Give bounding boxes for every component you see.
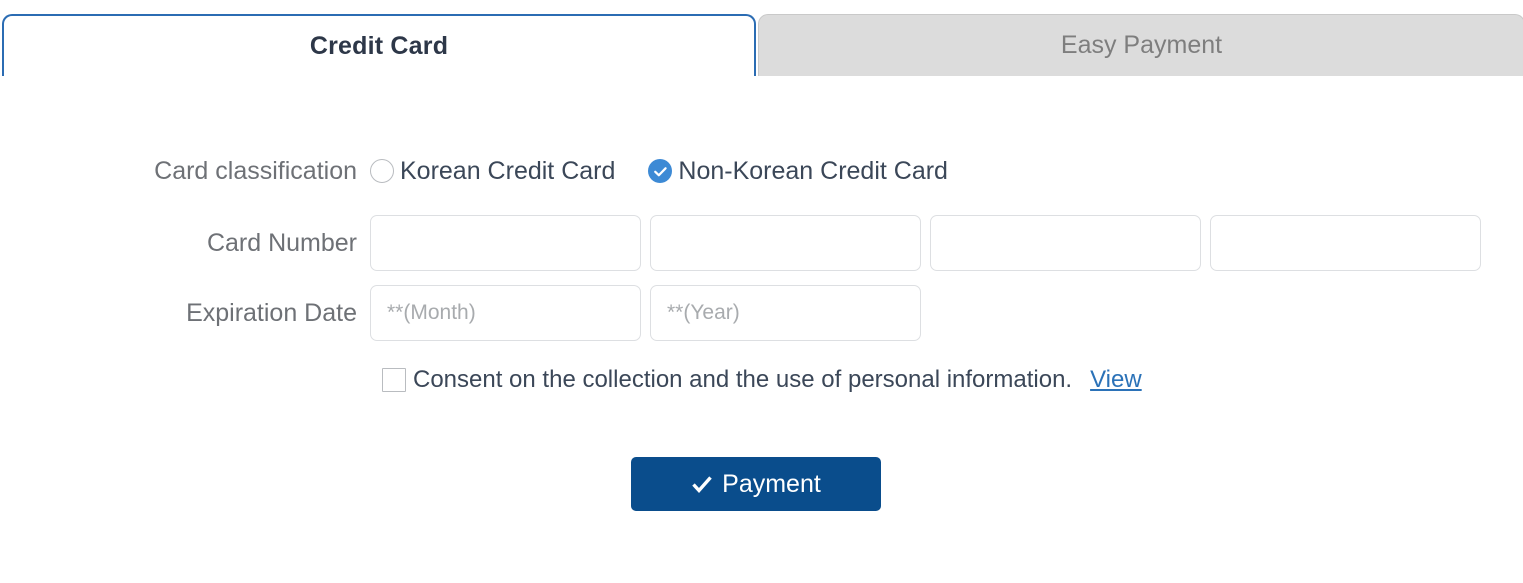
card-classification-row: Card classification Korean Credit Card N…: [0, 154, 1523, 188]
card-classification-label: Card classification: [154, 156, 357, 185]
consent-text: Consent on the collection and the use of…: [413, 366, 1073, 393]
tab-credit-card-label: Credit Card: [309, 31, 449, 60]
radio-option-korean-credit-card-label: Korean Credit Card: [400, 156, 616, 185]
radio-option-non-korean-credit-card[interactable]: Non-Korean Credit Card: [648, 157, 948, 186]
card-number-input-3[interactable]: [930, 215, 1201, 271]
radio-option-non-korean-credit-card-label: Non-Korean Credit Card: [678, 156, 948, 185]
consent-row: Consent on the collection and the use of…: [0, 363, 1523, 397]
tab-easy-payment[interactable]: Easy Payment: [758, 14, 1523, 76]
tab-easy-payment-label: Easy Payment: [1060, 31, 1223, 59]
radio-checked-icon[interactable]: [648, 159, 673, 183]
check-icon: [691, 474, 713, 494]
expiration-date-fields: [370, 285, 921, 341]
expiration-date-row: Expiration Date: [0, 285, 1523, 341]
radio-unchecked-icon[interactable]: [370, 159, 394, 183]
card-number-row: Card Number: [0, 215, 1523, 271]
card-number-label: Card Number: [206, 228, 357, 257]
expiration-year-input[interactable]: [650, 285, 921, 341]
card-number-fields: [370, 215, 1481, 271]
payment-button-label: Payment: [722, 469, 821, 498]
credit-card-form: Card classification Korean Credit Card N…: [0, 78, 1523, 511]
payment-method-tabs: Credit Card Easy Payment: [0, 14, 1523, 78]
tab-credit-card[interactable]: Credit Card: [2, 14, 756, 76]
payment-button[interactable]: Payment: [631, 457, 881, 511]
submit-row: Payment: [0, 457, 1523, 511]
consent-view-link[interactable]: View: [1090, 366, 1142, 394]
expiration-month-input[interactable]: [370, 285, 641, 341]
card-number-input-1[interactable]: [370, 215, 641, 271]
card-number-input-2[interactable]: [650, 215, 921, 271]
radio-option-korean-credit-card[interactable]: Korean Credit Card: [370, 157, 615, 186]
expiration-date-label: Expiration Date: [186, 298, 357, 327]
card-number-input-4[interactable]: [1210, 215, 1481, 271]
consent-checkbox[interactable]: [382, 368, 406, 392]
